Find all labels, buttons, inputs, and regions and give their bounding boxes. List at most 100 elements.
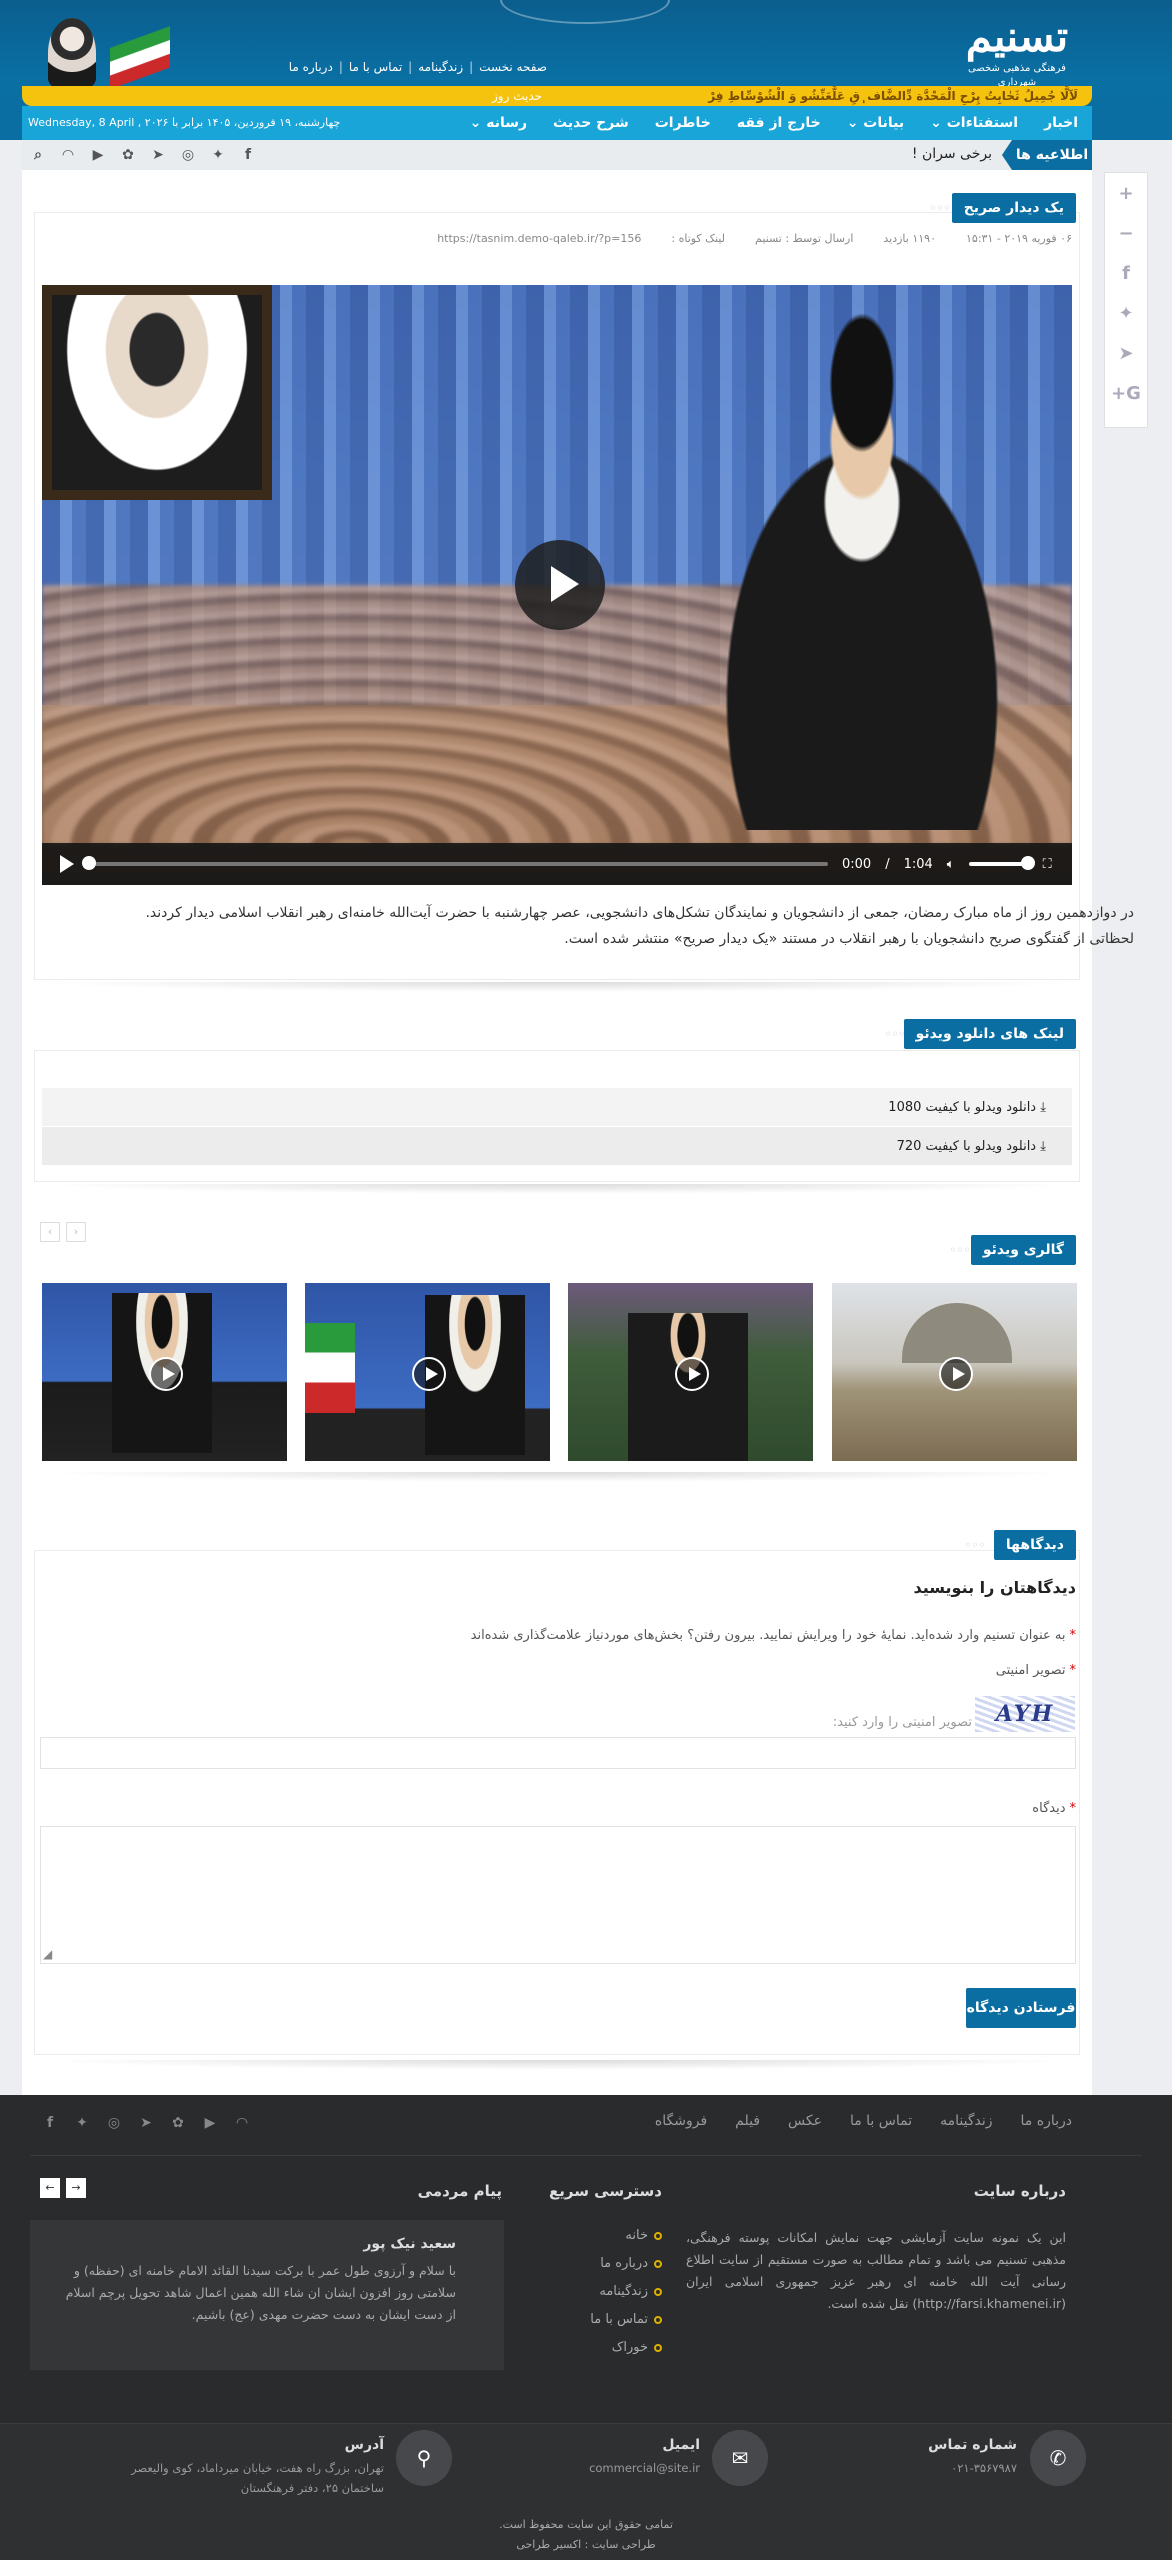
quick-link-feed[interactable]: خوراک: [590, 2334, 662, 2362]
people-message-box: سعید نیک پور با سلام و آرزوی طول عمر با …: [30, 2220, 504, 2370]
nav-news[interactable]: اخبار: [1044, 115, 1078, 131]
captcha-placeholder: تصویر امنیتی را وارد کنید:: [832, 1715, 972, 1730]
footer-link-bio[interactable]: زندگینامه: [940, 2113, 992, 2129]
quick-link-home[interactable]: خانه: [590, 2222, 662, 2250]
twitter-icon[interactable]: ✦: [208, 145, 228, 165]
zoom-in-icon[interactable]: +: [1104, 173, 1148, 213]
instagram-icon[interactable]: ◎: [178, 145, 198, 165]
comment-textarea[interactable]: ◢: [40, 1826, 1076, 1964]
video-controls: 0:00 / 1:04 🔈︎ ⛶: [42, 843, 1072, 885]
resize-handle-icon[interactable]: ◢: [43, 1947, 52, 1961]
aparat-icon[interactable]: ✿: [118, 145, 138, 165]
play-button-large[interactable]: [515, 540, 605, 630]
email-title: ایمیل: [662, 2437, 700, 2453]
box-shadow: [34, 982, 1080, 992]
youtube-icon[interactable]: ▶: [200, 2113, 220, 2133]
top-link-home[interactable]: صفحه نخست: [479, 60, 547, 74]
search-icon[interactable]: ⌕: [28, 145, 48, 165]
quick-access-list: خانه درباره ما زندگینامه تماس با ما خورا…: [590, 2222, 662, 2362]
nav-media[interactable]: رسانه ⌄: [470, 115, 527, 131]
rss-icon[interactable]: ◠: [232, 2113, 252, 2133]
header-leaders-image: [40, 10, 220, 90]
footer-link-shop[interactable]: فروشگاه: [655, 2113, 707, 2129]
logged-in-text: *به عنوان تسنیم وارد شده‌اید. نمایهٔ خود…: [470, 1628, 1076, 1643]
site-header: تسنیم فرهنگی مذهبی شخصی شهرداری صفحه نخس…: [0, 0, 1172, 140]
message-text: با سلام و آرزوی طول عمر با برکت سیدنا ال…: [65, 2263, 456, 2322]
instagram-icon[interactable]: ◎: [104, 2113, 124, 2133]
footer-link-video[interactable]: فیلم: [735, 2113, 760, 2129]
facebook-icon[interactable]: f: [238, 145, 258, 165]
ticker-text: لَآلَّا جُمِیلُ ثَحٰابِتُ پِرْحِ الْمَحْ…: [708, 89, 1078, 103]
time-total: 1:04: [903, 856, 933, 872]
short-link[interactable]: https://tasnim.demo-qaleb.ir/?p=156: [437, 232, 641, 245]
telegram-icon[interactable]: ➤: [148, 145, 168, 165]
nav-hadith[interactable]: شرح حدیث: [553, 115, 629, 131]
share-sidebar: + − f ✦ ➤ G+: [1104, 172, 1148, 428]
message-next-button[interactable]: →: [66, 2178, 86, 2198]
title-ornament-icon: ◦◦◦: [884, 1027, 906, 1041]
video-player[interactable]: 0:00 / 1:04 🔈︎ ⛶: [42, 285, 1072, 885]
volume-icon[interactable]: 🔈︎: [947, 857, 955, 872]
short-link-label: لینک کوتاه :: [671, 232, 726, 245]
twitter-share-icon[interactable]: ✦: [1104, 293, 1148, 333]
nav-statements[interactable]: بیانات ⌄: [847, 115, 904, 131]
aparat-icon[interactable]: ✿: [168, 2113, 188, 2133]
telegram-share-icon[interactable]: ➤: [1104, 333, 1148, 373]
gallery-prev-button[interactable]: ‹: [40, 1222, 60, 1242]
telegram-icon[interactable]: ➤: [136, 2113, 156, 2133]
email-value[interactable]: commercial@site.ir: [589, 2458, 700, 2478]
footer-link-photo[interactable]: عکس: [788, 2113, 822, 2129]
play-icon[interactable]: [939, 1357, 973, 1391]
seek-bar[interactable]: [82, 856, 828, 870]
post-author: ارسال توسط : تسنیم: [755, 232, 854, 245]
googleplus-share-icon[interactable]: G+: [1104, 373, 1148, 413]
play-icon[interactable]: [675, 1357, 709, 1391]
footer-link-contact[interactable]: تماس با ما: [850, 2113, 912, 2129]
leader-figure: [652, 310, 1072, 830]
quick-link-contact[interactable]: تماس با ما: [590, 2306, 662, 2334]
gallery-title: گالری ویدئو: [970, 1235, 1076, 1265]
header-social-icons: ⌕ ◠ ▶ ✿ ➤ ◎ ✦ f: [28, 145, 258, 165]
fullscreen-icon[interactable]: ⛶: [1043, 857, 1052, 872]
twitter-icon[interactable]: ✦: [72, 2113, 92, 2133]
gallery-thumb[interactable]: [832, 1283, 1077, 1461]
facebook-share-icon[interactable]: f: [1104, 253, 1148, 293]
address-title: آدرس: [344, 2437, 384, 2453]
site-logo[interactable]: تسنیم فرهنگی مذهبی شخصی شهرداری: [952, 12, 1082, 92]
gallery-thumb[interactable]: [42, 1283, 287, 1461]
top-link-bio[interactable]: زندگینامه: [418, 60, 463, 74]
submit-comment-button[interactable]: فرستادن دیدگاه: [966, 1988, 1076, 2028]
download-1080-link[interactable]: ⤓ دانلود ویدلو با کیفیت 1080: [42, 1088, 1072, 1126]
play-icon[interactable]: [60, 855, 74, 873]
facebook-icon[interactable]: f: [40, 2113, 60, 2133]
nav-istifta[interactable]: استفتاءات ⌄: [930, 115, 1018, 131]
play-icon[interactable]: [412, 1357, 446, 1391]
zoom-out-icon[interactable]: −: [1104, 213, 1148, 253]
gallery-thumb[interactable]: [305, 1283, 550, 1461]
top-link-about[interactable]: درباره ما: [289, 60, 333, 74]
captcha-input[interactable]: [40, 1737, 1076, 1769]
top-link-contact[interactable]: تماس با ما: [349, 60, 402, 74]
gallery-next-button[interactable]: ›: [66, 1222, 86, 1242]
quick-link-bio[interactable]: زندگینامه: [590, 2278, 662, 2306]
phone-title: شماره تماس: [928, 2437, 1017, 2453]
designer-credit[interactable]: طراحی سایت : اکسیر طراحی: [0, 2535, 1172, 2555]
download-720-link[interactable]: ⤓ دانلود ویدلو با کیفیت 720: [42, 1127, 1072, 1165]
quick-link-about[interactable]: درباره ما: [590, 2250, 662, 2278]
notice-text[interactable]: برخی سران !: [912, 146, 992, 162]
nav-kharij[interactable]: خارج از فقه: [737, 115, 821, 131]
captcha-image: AYH: [975, 1696, 1075, 1732]
message-prev-button[interactable]: ←: [40, 2178, 60, 2198]
portrait-image: [42, 285, 272, 500]
footer-link-about[interactable]: درباره ما: [1021, 2113, 1072, 2129]
nav-memories[interactable]: خاطرات: [655, 115, 711, 131]
quick-access-title: دسترسی سریع: [548, 2182, 662, 2200]
volume-slider[interactable]: [968, 856, 1035, 870]
youtube-icon[interactable]: ▶: [88, 145, 108, 165]
about-text: این یک نمونه سایت آزمایشی جهت نمایش امکا…: [686, 2230, 1066, 2311]
gallery-thumb[interactable]: [568, 1283, 813, 1461]
email-icon: ✉: [712, 2430, 768, 2486]
captcha-label: *تصویر امنیتی: [995, 1663, 1076, 1678]
play-icon[interactable]: [149, 1357, 183, 1391]
rss-icon[interactable]: ◠: [58, 145, 78, 165]
